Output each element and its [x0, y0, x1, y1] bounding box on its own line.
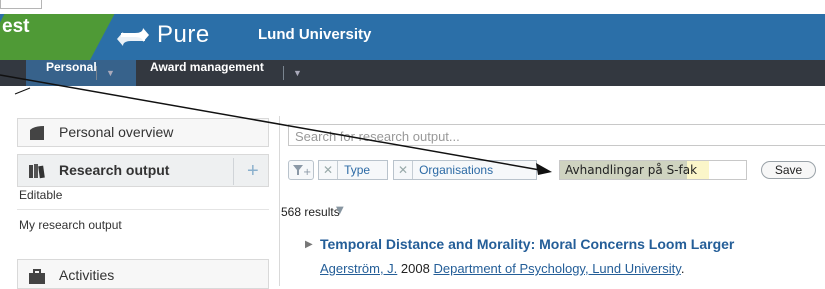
nav-personal-label: Personal — [46, 60, 97, 74]
author-link[interactable]: Agerström, J. — [320, 261, 397, 276]
sidebar-item-label: Activities — [59, 267, 115, 283]
top-cutoff-box — [0, 0, 42, 9]
app-header: est Pure Lund University — [0, 14, 825, 60]
chevron-down-icon[interactable]: ▼ — [106, 68, 115, 78]
result-title-link[interactable]: Temporal Distance and Morality: Moral Co… — [320, 236, 734, 252]
result-meta-suffix: . — [680, 261, 685, 276]
filter-add-icon: + — [293, 165, 311, 178]
filter-chip-label: Organisations — [419, 163, 494, 177]
sidebar-item-personal-overview[interactable]: Personal overview — [17, 118, 269, 147]
divider — [233, 158, 234, 185]
sidebar-item-label: Research output — [59, 162, 170, 178]
remove-filter-icon[interactable]: ✕ — [394, 161, 414, 179]
briefcase-icon — [29, 269, 45, 284]
search-placeholder: Search for research output... — [295, 129, 460, 144]
department-link[interactable]: Department of Psychology, Lund Universit… — [433, 261, 680, 276]
sidebar-item-research-output[interactable]: Research output + — [17, 154, 269, 187]
overview-icon — [30, 126, 44, 140]
add-filter-button[interactable]: + — [288, 160, 314, 180]
filter-chip-organisations[interactable]: ✕ Organisations — [393, 160, 537, 180]
chevron-down-icon[interactable]: ▼ — [293, 68, 302, 78]
sidebar-subitem-label: My research output — [19, 218, 122, 232]
expand-arrow-icon[interactable]: ▶ — [305, 239, 313, 250]
product-name[interactable]: Pure — [157, 21, 210, 49]
nav-award-management[interactable]: Award management — [150, 60, 264, 86]
pure-logo-icon[interactable] — [113, 23, 153, 51]
sidebar-item-activities[interactable]: Activities — [17, 259, 269, 289]
nav-divider — [96, 66, 97, 80]
nav-award-label: Award management — [150, 60, 264, 74]
result-year: 2008 — [400, 261, 430, 276]
save-filter-button[interactable]: Save — [761, 161, 816, 179]
environment-label: est — [2, 16, 30, 37]
results-count: 568 results — [281, 205, 340, 219]
add-research-output-button[interactable]: + — [247, 161, 259, 181]
sidebar-subitem-my-research-output[interactable]: My research output — [17, 218, 269, 240]
sidebar-subitem-label: Editable — [19, 188, 63, 202]
organization-name: Lund University — [258, 26, 372, 43]
saved-filter-name-field[interactable]: Avhandlingar på S-fak — [559, 160, 747, 180]
nav-personal[interactable]: Personal — [26, 60, 136, 86]
saved-filter-value: Avhandlingar på S-fak — [565, 163, 698, 177]
result-meta: Agerström, J. 2008 Department of Psychol… — [320, 261, 684, 276]
books-icon — [29, 164, 45, 179]
main-nav: Personal ▼ Award management ▼ — [0, 60, 825, 86]
chevron-down-icon[interactable]: ▼ — [336, 205, 344, 216]
nav-divider — [283, 66, 284, 80]
filter-chip-label: Type — [344, 163, 371, 177]
sidebar-item-label: Personal overview — [59, 124, 174, 140]
top-strip — [0, 0, 825, 14]
svg-text:+: + — [303, 167, 311, 178]
sidebar-subitem-editable[interactable]: Editable — [17, 188, 269, 210]
filter-chip-type[interactable]: ✕ Type — [318, 160, 388, 180]
remove-filter-icon[interactable]: ✕ — [319, 161, 339, 179]
search-input[interactable]: Search for research output... — [288, 124, 825, 146]
